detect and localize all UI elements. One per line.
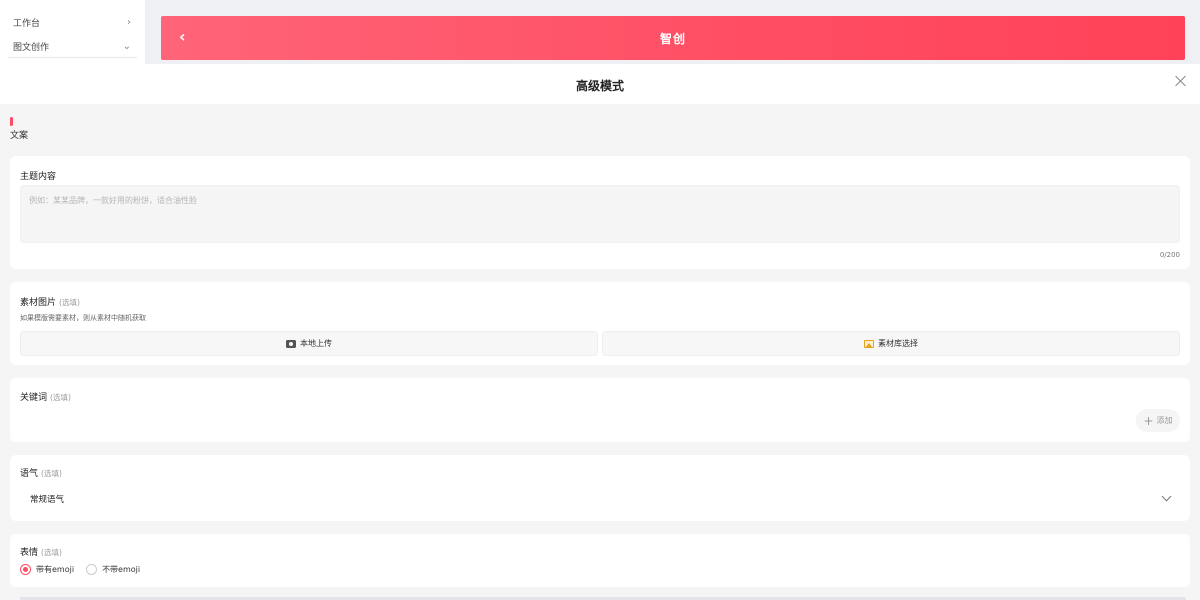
radio-checked-icon (20, 564, 31, 575)
section-marker (10, 117, 13, 126)
optional-tag: (选填) (41, 469, 62, 478)
keyword-label: 关键词 (选填) (20, 390, 71, 403)
sidebar: 工作台 › 图文创作 ⌄ (0, 0, 145, 64)
radio-with-emoji[interactable]: 带有emoji (20, 564, 74, 575)
plus-icon: + (1143, 413, 1154, 428)
emoji-radio-group: 带有emoji 不带emoji (20, 564, 152, 575)
material-card: 素材图片 (选填) 如果模版需要素材，则从素材中随机获取 本地上传 素材库选择 (10, 282, 1190, 365)
modal-title: 高级模式 (575, 79, 624, 93)
optional-tag: (选填) (59, 298, 80, 307)
sidebar-item-workbench[interactable]: 工作台 › (0, 10, 145, 34)
app-header: ‹ 智创 (161, 16, 1185, 60)
sidebar-item-label: 图文创作 (13, 42, 50, 53)
emoji-card: 表情 (选填) 带有emoji 不带emoji (10, 534, 1190, 587)
camera-icon (286, 339, 296, 348)
optional-tag: (选填) (41, 548, 62, 557)
material-label: 素材图片 (选填) (20, 295, 80, 308)
topic-placeholder: 例如：某某品牌，一款好用的粉饼，适合油性脸 (29, 196, 197, 205)
keyword-label-text: 关键词 (20, 393, 48, 403)
char-counter: 0/200 (1159, 251, 1180, 259)
material-label-text: 素材图片 (20, 298, 57, 308)
radio-label: 带有emoji (36, 565, 75, 574)
library-select-label: 素材库选择 (878, 339, 918, 348)
add-keyword-label: 添加 (1156, 416, 1173, 425)
sidebar-item-label: 工作台 (13, 18, 41, 29)
chevron-down-icon: ⌄ (122, 40, 131, 52)
sidebar-item-content-creation[interactable]: 图文创作 ⌄ (0, 34, 145, 58)
chevron-right-icon: › (127, 16, 131, 28)
emoji-label: 表情 (选填) (20, 545, 62, 558)
tone-card: 语气 (选填) 常规语气 (10, 455, 1190, 521)
topic-input[interactable]: 例如：某某品牌，一款好用的粉饼，适合油性脸 (20, 185, 1180, 243)
keyword-card: 关键词 (选填) + 添加 (10, 378, 1190, 442)
radio-unchecked-icon (86, 564, 98, 575)
emoji-label-text: 表情 (20, 548, 39, 558)
tone-select[interactable]: 常规语气 (30, 493, 64, 505)
material-hint: 如果模版需要素材，则从素材中随机获取 (20, 314, 146, 322)
tone-label-text: 语气 (20, 469, 39, 479)
modal-header: 高级模式 (0, 64, 1200, 104)
topic-card: 主题内容 例如：某某品牌，一款好用的粉饼，适合油性脸 0/200 (10, 156, 1190, 269)
image-icon (864, 339, 874, 348)
local-upload-label: 本地上传 (300, 339, 332, 348)
radio-without-emoji[interactable]: 不带emoji (86, 564, 140, 575)
library-select-button[interactable]: 素材库选择 (602, 331, 1180, 356)
topic-label: 主题内容 (20, 172, 57, 182)
close-icon[interactable] (1174, 74, 1188, 88)
advanced-mode-modal: 高级模式 文案 主题内容 例如：某某品牌，一款好用的粉饼，适合油性脸 0/200… (0, 64, 1200, 600)
section-title: 文案 (10, 131, 29, 141)
chevron-down-icon[interactable] (1161, 491, 1172, 502)
radio-label: 不带emoji (102, 565, 141, 574)
optional-tag: (选填) (50, 393, 71, 402)
header-title: 智创 (659, 32, 686, 46)
add-keyword-button[interactable]: + 添加 (1136, 409, 1180, 432)
local-upload-button[interactable]: 本地上传 (20, 331, 598, 356)
tone-label: 语气 (选填) (20, 466, 62, 479)
divider (8, 57, 137, 58)
